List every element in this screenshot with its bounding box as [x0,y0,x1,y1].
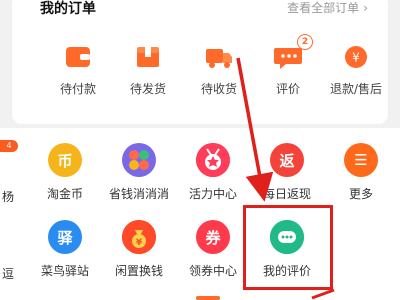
service-idle-exchange[interactable]: ¥ 闲置换钱 [104,220,174,290]
service-label: 更多 [348,187,373,201]
service-label: 领券中心 [188,264,237,278]
service-daily-cashback[interactable]: 返 每日返现 [252,143,322,213]
cashback-icon: 返 [270,143,304,177]
service-label: 每日返现 [262,187,311,201]
service-vitality-center[interactable]: 活力中心 [178,143,248,213]
service-label: 淘金币 [46,187,83,201]
order-review[interactable]: 2 评价 [256,34,320,104]
truck-icon [204,44,234,70]
order-pending-ship[interactable]: 待发货 [116,44,180,104]
service-more[interactable]: ☰ 更多 [326,143,396,213]
orders-card: 我的订单 查看全部订单 › 待付款 待发货 待收货 2 评价 ¥ 退款/售后 [12,0,388,124]
package-icon [133,44,163,70]
menu-list-icon: ☰ [344,143,378,177]
service-coupon-center[interactable]: 券 领券中心 [178,220,248,290]
highlight-box [243,205,333,290]
comment-icon: 2 [273,34,313,70]
order-label: 评价 [275,82,300,96]
order-refund[interactable]: ¥ 退款/售后 [324,44,388,104]
bottom-accent-bar [196,296,220,300]
order-pending-receive[interactable]: 待收货 [187,44,251,104]
view-all-orders-link[interactable]: 查看全部订单 › [287,0,368,16]
svg-text:¥: ¥ [136,238,143,248]
left-edge-badge: 4 [0,140,18,152]
tiles-icon [122,143,156,177]
service-label: 省钱消消消 [108,187,169,201]
edge-label-cut: 杨 [2,190,15,204]
refund-icon: ¥ [341,44,371,70]
medal-icon [196,143,230,177]
view-all-orders-label: 查看全部订单 [287,1,360,15]
edge-label-cut: 逗 [2,267,15,281]
service-cainiao-station[interactable]: 驿 菜鸟驿站 [30,220,100,290]
svg-text:¥: ¥ [352,51,360,65]
service-label: 活力中心 [188,187,237,201]
service-xiaoxiaoxiao[interactable]: 省钱消消消 [104,143,174,213]
order-pending-payment[interactable]: 待付款 [46,44,110,104]
station-icon: 驿 [48,220,82,254]
service-taojinbi[interactable]: 币 淘金币 [30,143,100,213]
review-count-badge: 2 [297,34,313,50]
order-label: 退款/售后 [329,82,383,96]
order-label: 待收货 [200,82,237,96]
money-bag-icon: ¥ [122,220,156,254]
service-label: 菜鸟驿站 [40,264,89,278]
order-label: 待发货 [129,82,166,96]
wallet-icon [63,44,93,70]
chevron-right-icon: › [363,1,368,15]
coupon-icon: 券 [196,220,230,254]
order-label: 待付款 [59,82,96,96]
orders-title: 我的订单 [40,1,96,17]
service-label: 闲置换钱 [114,264,163,278]
coin-icon: 币 [48,143,82,177]
